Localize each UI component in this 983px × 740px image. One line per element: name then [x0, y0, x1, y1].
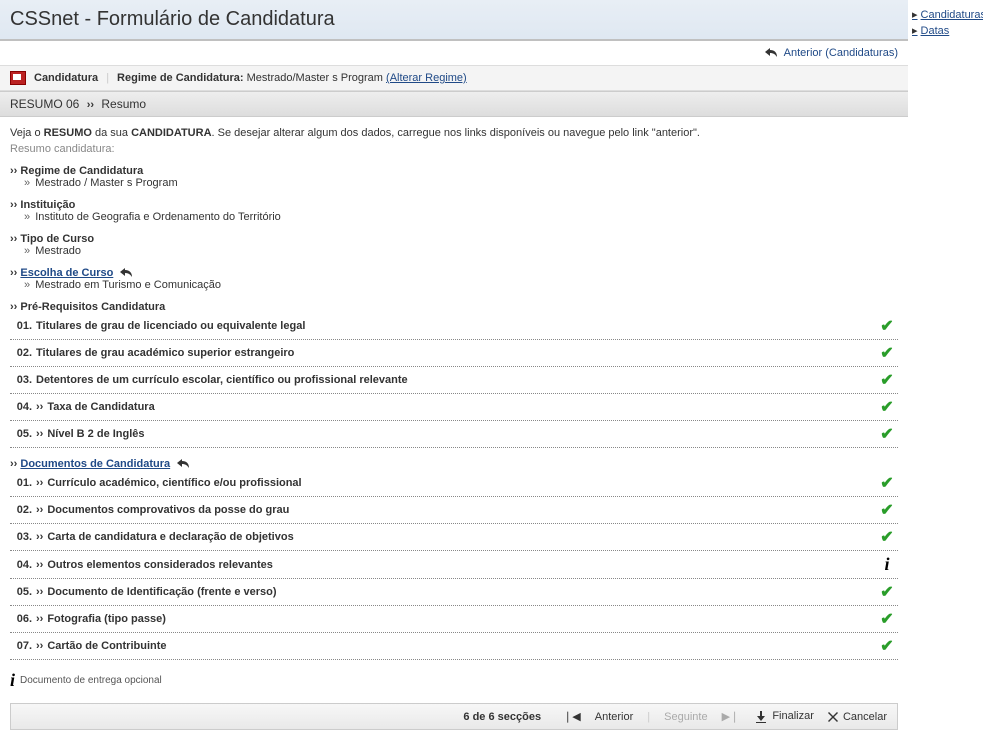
- breadcrumb: Candidatura | Regime de Candidatura: Mes…: [0, 65, 908, 91]
- doc-row: 01.››Currículo académico, científico e/o…: [10, 470, 898, 497]
- prereq-section: ›› Pré-Requisitos Candidatura 01.Titular…: [10, 301, 898, 448]
- nav-finish-button[interactable]: Finalizar: [753, 710, 814, 722]
- sidebar-link-candidaturas[interactable]: ▸Candidaturas: [912, 8, 979, 21]
- prereq-row: 03.Detentores de um currículo escolar, c…: [10, 367, 898, 394]
- check-icon: ✔: [880, 318, 893, 335]
- prereq-row: 01.Titulares de grau de licenciado ou eq…: [10, 313, 898, 340]
- check-icon: ✔: [880, 475, 893, 492]
- reply-icon: [765, 47, 777, 59]
- chevron-right-icon: ››: [36, 401, 43, 413]
- doc-row: 07.››Cartão de Contribuinte✔: [10, 633, 898, 660]
- escolha-curso-link[interactable]: Escolha de Curso: [20, 267, 113, 279]
- chevron-right-icon: ››: [36, 640, 43, 652]
- doc-row: 04.››Outros elementos considerados relev…: [10, 551, 898, 579]
- documentos-link[interactable]: Documentos de Candidatura: [20, 458, 170, 470]
- nav-cancel-button[interactable]: Cancelar: [826, 711, 887, 723]
- prereq-row: 05.››Nível B 2 de Inglês✔: [10, 421, 898, 448]
- undo-icon[interactable]: [120, 267, 132, 279]
- prereq-row: 04.››Taxa de Candidatura✔: [10, 394, 898, 421]
- sidebar: ▸Candidaturas ▸Datas: [908, 0, 983, 740]
- check-icon: ✔: [880, 345, 893, 362]
- page-header: CSSnet - Formulário de Candidatura: [0, 0, 908, 41]
- summary-item-tipo-curso: ›› Tipo de Curso » Mestrado: [10, 233, 898, 257]
- footer-nav: 6 de 6 secções ❘◀ Anterior | Seguinte ▶❘…: [10, 703, 898, 730]
- breadcrumb-app: Candidatura: [34, 72, 98, 84]
- section-step: RESUMO 06: [10, 97, 79, 111]
- nav-last-button: ▶❘: [720, 710, 742, 723]
- doc-row: 03.››Carta de candidatura e declaração d…: [10, 524, 898, 551]
- app-icon: [10, 71, 26, 85]
- sidebar-link-datas[interactable]: ▸Datas: [912, 24, 979, 37]
- chevron-right-icon: ››: [36, 613, 43, 625]
- check-icon: ✔: [880, 426, 893, 443]
- summary-item-regime: ›› Regime de Candidatura » Mestrado / Ma…: [10, 165, 898, 189]
- chevron-right-icon: ››: [36, 531, 43, 543]
- last-icon: ▶❘: [722, 711, 740, 723]
- docs-section: ›› Documentos de Candidatura 01.››Curríc…: [10, 458, 898, 660]
- section-title: Resumo: [101, 97, 146, 111]
- chevron-right-icon: ››: [36, 428, 43, 440]
- chevron-right-icon: ››: [36, 477, 43, 489]
- section-title-bar: RESUMO 06 ›› Resumo: [0, 91, 908, 117]
- section-counter: 6 de 6 secções: [463, 711, 541, 723]
- download-icon: [755, 710, 770, 722]
- nav-prev-button[interactable]: Anterior: [595, 711, 634, 723]
- summary-item-escolha-curso: ›› Escolha de Curso » Mestrado em Turism…: [10, 267, 898, 291]
- first-icon: ❘◀: [563, 711, 581, 723]
- legend-optional: i Documento de entrega opcional: [10, 670, 898, 691]
- chevron-right-icon: ››: [36, 559, 43, 571]
- check-icon: ✔: [880, 638, 893, 655]
- intro-text: Veja o RESUMO da sua CANDIDATURA. Se des…: [10, 127, 898, 139]
- check-icon: ✔: [880, 529, 893, 546]
- prereq-row: 02.Titulares de grau académico superior …: [10, 340, 898, 367]
- check-icon: ✔: [880, 584, 893, 601]
- breadcrumb-regime-value: Mestrado/Master s Program: [247, 72, 383, 84]
- doc-row: 02.››Documentos comprovativos da posse d…: [10, 497, 898, 524]
- info-icon: i: [10, 670, 15, 691]
- nav-first-button[interactable]: ❘◀: [561, 710, 583, 723]
- breadcrumb-regime-label: Regime de Candidatura:: [117, 72, 244, 84]
- chevron-right-icon: ››: [36, 586, 43, 598]
- nav-next-button: Seguinte: [664, 711, 707, 723]
- check-icon: ✔: [880, 372, 893, 389]
- page-title: CSSnet - Formulário de Candidatura: [10, 8, 898, 31]
- check-icon: ✔: [880, 502, 893, 519]
- change-regime-link[interactable]: (Alterar Regime): [386, 72, 467, 84]
- info-icon: i: [884, 554, 889, 574]
- chevron-right-icon: ››: [36, 504, 43, 516]
- intro-subhead: Resumo candidatura:: [10, 143, 898, 155]
- check-icon: ✔: [880, 611, 893, 628]
- back-candidaturas-link[interactable]: Anterior (Candidaturas): [765, 47, 898, 59]
- close-icon: [828, 711, 841, 723]
- doc-row: 05.››Documento de Identificação (frente …: [10, 579, 898, 606]
- chevron-right-icon: ››: [87, 99, 94, 111]
- doc-row: 06.››Fotografia (tipo passe)✔: [10, 606, 898, 633]
- check-icon: ✔: [880, 399, 893, 416]
- summary-item-instituicao: ›› Instituição » Instituto de Geografia …: [10, 199, 898, 223]
- undo-icon[interactable]: [177, 458, 189, 470]
